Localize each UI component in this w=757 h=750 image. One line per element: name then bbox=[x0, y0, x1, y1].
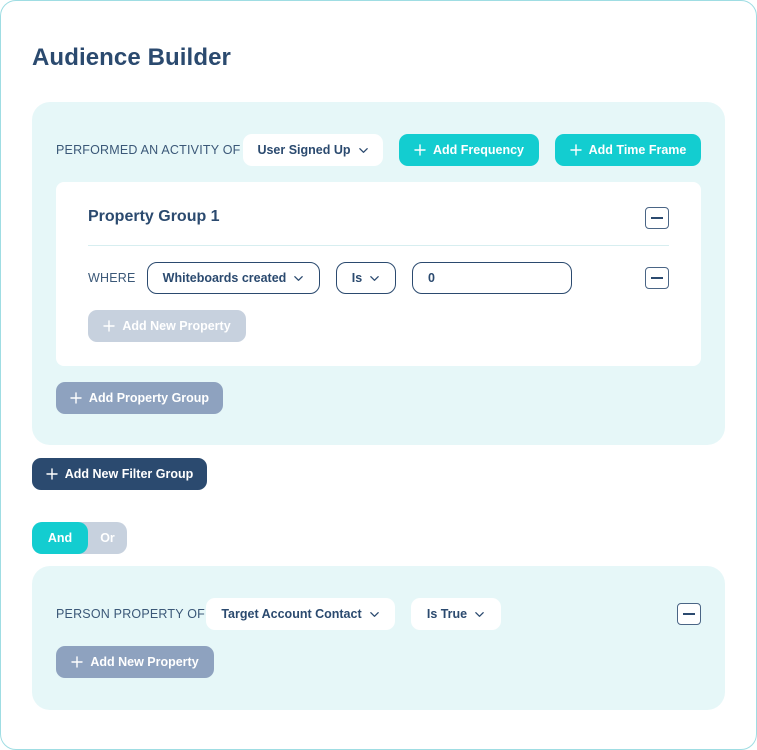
minus-icon bbox=[651, 277, 663, 279]
chevron-down-icon bbox=[475, 611, 484, 617]
add-frequency-label: Add Frequency bbox=[433, 143, 524, 157]
operator-dropdown[interactable]: Is bbox=[336, 262, 396, 294]
remove-property-group-button[interactable] bbox=[645, 207, 669, 229]
add-frequency-button[interactable]: Add Frequency bbox=[399, 134, 539, 166]
add-time-frame-label: Add Time Frame bbox=[588, 143, 687, 157]
add-new-property-button[interactable]: Add New Property bbox=[88, 310, 246, 342]
operator-value: Is bbox=[351, 271, 363, 285]
chevron-down-icon bbox=[294, 275, 304, 281]
add-property-group-button[interactable]: Add Property Group bbox=[56, 382, 223, 414]
person-property-label: PERSON PROPERTY OF bbox=[56, 607, 206, 621]
toggle-or-option[interactable]: Or bbox=[88, 522, 127, 554]
property-dropdown[interactable]: Whiteboards created bbox=[147, 262, 320, 294]
plus-icon bbox=[414, 144, 426, 156]
property-value: Whiteboards created bbox=[162, 271, 287, 285]
person-property-value: Target Account Contact bbox=[221, 607, 362, 621]
person-operator-dropdown[interactable]: Is True bbox=[411, 598, 501, 630]
minus-icon bbox=[683, 613, 695, 615]
chevron-down-icon bbox=[369, 611, 379, 617]
person-operator-value: Is True bbox=[426, 607, 468, 621]
add-new-filter-group-button[interactable]: Add New Filter Group bbox=[32, 458, 207, 490]
toggle-and-option[interactable]: And bbox=[32, 522, 88, 554]
add-new-filter-group-label: Add New Filter Group bbox=[64, 467, 194, 481]
add-new-property-label: Add New Property bbox=[122, 319, 231, 333]
chevron-down-icon bbox=[370, 275, 380, 281]
property-group-divider bbox=[88, 245, 669, 246]
plus-icon bbox=[70, 392, 82, 404]
property-value-input[interactable]: 0 bbox=[412, 262, 572, 294]
person-add-new-property-button[interactable]: Add New Property bbox=[56, 646, 214, 678]
activity-event-dropdown[interactable]: User Signed Up bbox=[243, 134, 383, 166]
chevron-down-icon bbox=[358, 147, 368, 153]
plus-icon bbox=[569, 144, 582, 156]
plus-icon bbox=[71, 656, 84, 668]
add-property-group-label: Add Property Group bbox=[88, 391, 210, 405]
page-title: Audience Builder bbox=[32, 44, 231, 71]
property-group-title: Property Group 1 bbox=[88, 208, 220, 225]
remove-property-button[interactable] bbox=[645, 267, 669, 289]
activity-event-value: User Signed Up bbox=[257, 143, 351, 157]
where-label: WHERE bbox=[88, 271, 136, 285]
plus-icon bbox=[103, 320, 116, 332]
minus-icon bbox=[651, 217, 663, 219]
remove-person-filter-button[interactable] bbox=[677, 603, 701, 625]
add-time-frame-button[interactable]: Add Time Frame bbox=[555, 134, 701, 166]
property-value-input-text: 0 bbox=[428, 271, 435, 285]
person-filter-panel bbox=[32, 566, 725, 710]
plus-icon bbox=[46, 468, 58, 480]
person-add-new-property-label: Add New Property bbox=[90, 655, 199, 669]
activity-label: PERFORMED AN ACTIVITY OF bbox=[56, 143, 241, 157]
person-property-dropdown[interactable]: Target Account Contact bbox=[206, 598, 395, 630]
